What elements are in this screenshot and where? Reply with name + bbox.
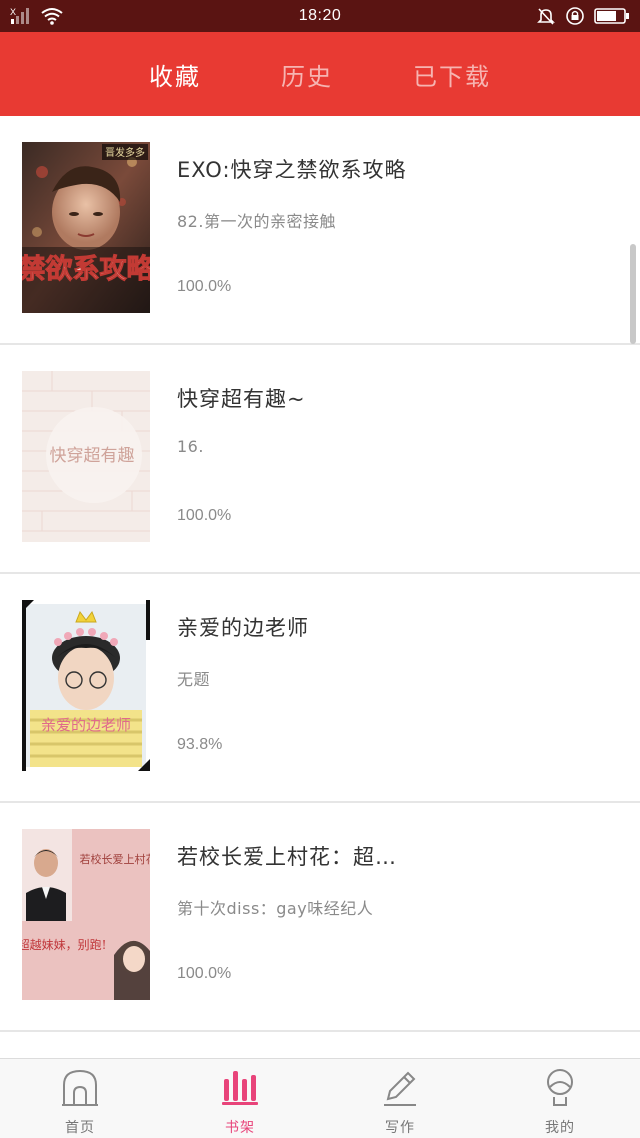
wifi-icon [40,6,64,31]
book-cover[interactable]: 亲爱的边老师 [22,600,150,771]
book-item[interactable]: 亲爱的边老师 亲爱的边老师 无题 93.8% [0,574,640,803]
signal-icon: X [10,6,34,31]
book-item[interactable]: 快穿超有趣 快穿超有趣~ 16. 100.0% [0,345,640,574]
bottom-nav: 首页 书架 写作 我的 [0,1058,640,1138]
header-tabs: 收藏 历史 已下载 [0,32,640,116]
scrollbar[interactable] [630,244,636,344]
nav-write[interactable]: 写作 [320,1059,480,1138]
nav-profile[interactable]: 我的 [480,1059,640,1138]
cover-title-text: 快穿超有趣 [50,446,135,466]
signal-x: X [10,7,16,17]
book-progress: 100.0% [177,278,232,295]
book-chapter: 第十次diss：gay味经纪人 [177,899,374,918]
book-title[interactable]: EXO:快穿之禁欲系攻略 [177,154,477,184]
nav-write-label: 写作 [385,1120,415,1136]
book-title[interactable]: 亲爱的边老师 [177,612,477,642]
book-cover[interactable]: 快穿超有趣 [22,371,150,542]
book-progress: 93.8% [177,736,223,753]
status-left: X [10,6,64,31]
battery-icon [594,6,630,31]
book-cover[interactable]: 禁欲系攻略 晋发多多 [22,142,150,313]
nav-bookshelf-label: 书架 [225,1120,255,1136]
book-progress: 100.0% [177,507,232,524]
nav-bookshelf[interactable]: 书架 [160,1059,320,1138]
book-item[interactable]: 若校长爱上村花 超越妹妹，别跑! 若校长爱上村花：超… 第十次diss：gay味… [0,803,640,1032]
book-list[interactable]: 禁欲系攻略 晋发多多 EXO:快穿之禁欲系攻略 82.第一次的亲密接触 100.… [0,116,640,1058]
book-progress: 100.0% [177,965,232,982]
rotation-lock-icon [564,5,586,32]
status-right [536,5,630,32]
tab-favorites[interactable]: 收藏 [109,57,241,92]
cover-title-text: 若校长爱上村花 [80,852,151,866]
tab-history[interactable]: 历史 [241,57,373,92]
status-time: 18:20 [298,7,342,24]
book-cover[interactable]: 若校长爱上村花 超越妹妹，别跑! [22,829,150,1000]
mute-bell-icon [536,6,556,31]
pen-icon [380,1067,420,1111]
nav-home-label: 首页 [65,1120,95,1136]
cover-subtitle-text: 超越妹妹，别跑! [22,937,106,952]
book-title[interactable]: 若校长爱上村花：超… [177,841,477,871]
status-bar: X 18:20 [0,0,640,32]
tab-downloaded[interactable]: 已下载 [373,57,531,92]
nav-home[interactable]: 首页 [0,1059,160,1138]
book-title[interactable]: 快穿超有趣~ [177,383,477,413]
bookshelf-icon [220,1067,260,1111]
book-chapter: 82.第一次的亲密接触 [177,212,336,231]
book-item[interactable]: 禁欲系攻略 晋发多多 EXO:快穿之禁欲系攻略 82.第一次的亲密接触 100.… [0,116,640,345]
profile-icon [540,1067,580,1111]
cover-title-text: 亲爱的边老师 [41,716,131,734]
cover-tag-text: 晋发多多 [105,146,145,159]
home-icon [60,1067,100,1111]
book-chapter: 16. [177,437,204,456]
cover-title-text: 禁欲系攻略 [22,253,150,285]
book-chapter: 无题 [177,670,211,689]
nav-profile-label: 我的 [545,1120,575,1136]
